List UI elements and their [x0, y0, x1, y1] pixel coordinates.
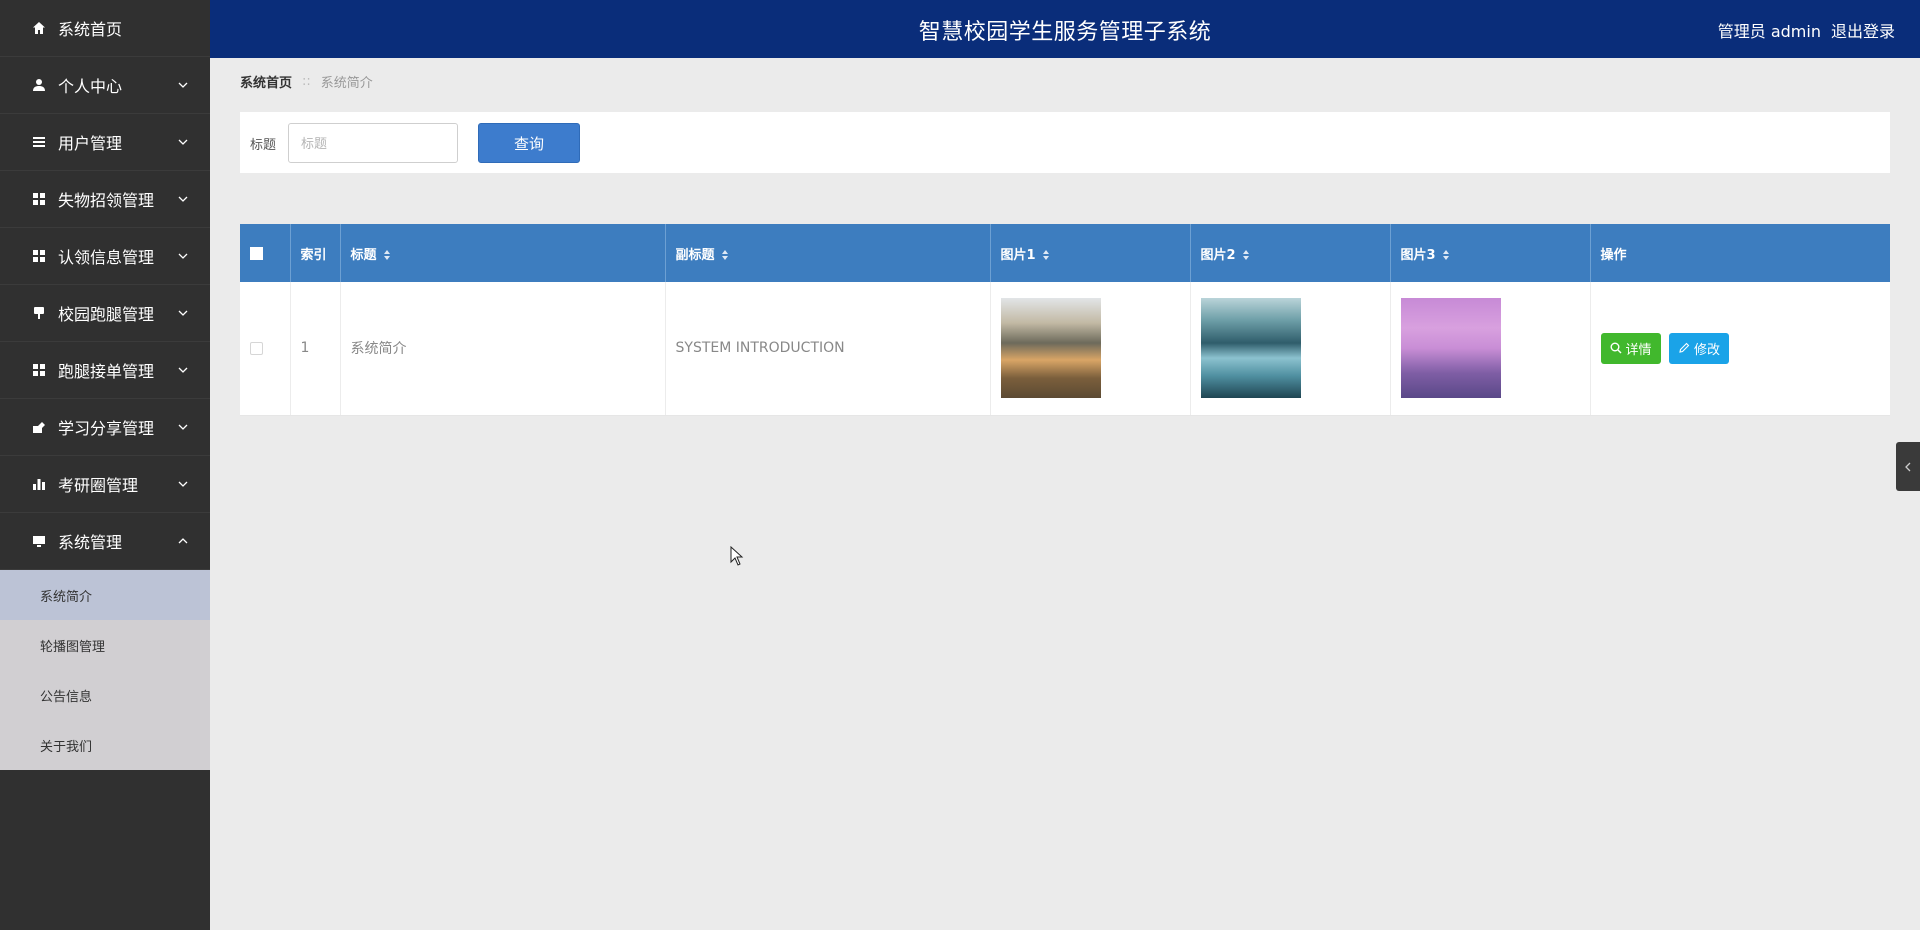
chevron-down-icon: [178, 82, 188, 88]
chevron-down-icon: [178, 481, 188, 487]
chevron-down-icon: [178, 196, 188, 202]
user-label: 管理员 admin: [1717, 22, 1821, 41]
column-header-index: 索引: [290, 224, 341, 282]
app-title: 智慧校园学生服务管理子系统: [918, 20, 1212, 45]
edit-icon: [1679, 342, 1690, 353]
chevron-left-icon: [1905, 462, 1911, 471]
column-header-image3[interactable]: 图片3: [1390, 224, 1591, 282]
row-select-cell: [240, 282, 291, 416]
sidebar-item-claim-info[interactable]: 认领信息管理: [0, 228, 210, 285]
sidebar-item-user-management[interactable]: 用户管理: [0, 114, 210, 171]
sidebar-item-lost-found[interactable]: 失物招领管理: [0, 171, 210, 228]
sidebar-item-label: 用户管理: [58, 134, 123, 153]
select-all-checkbox[interactable]: [250, 246, 263, 260]
submenu-item-announcements[interactable]: 公告信息: [0, 670, 210, 720]
column-header-subtitle[interactable]: 副标题: [665, 224, 991, 282]
system-submenu: 系统简介 轮播图管理 公告信息 关于我们: [0, 570, 210, 770]
cell-title: 系统简介: [340, 282, 666, 416]
monitor-icon: [32, 534, 46, 548]
image1-thumbnail[interactable]: [1000, 298, 1101, 399]
sidebar-item-errand-orders[interactable]: 跑腿接单管理: [0, 342, 210, 399]
share-icon: [32, 420, 46, 434]
search-input[interactable]: [288, 123, 458, 163]
sidebar-item-label: 失物招领管理: [58, 191, 155, 210]
submenu-item-about-us[interactable]: 关于我们: [0, 720, 210, 770]
search-icon: [1610, 342, 1621, 354]
chevron-down-icon: [178, 367, 188, 373]
panel-toggle-button[interactable]: [1896, 442, 1920, 491]
sidebar-item-label: 校园跑腿管理: [58, 305, 155, 324]
bar-chart-icon: [32, 477, 46, 491]
sidebar-item-label: 系统首页: [58, 20, 123, 39]
sidebar-item-system-management[interactable]: 系统管理: [0, 513, 210, 570]
chevron-down-icon: [178, 310, 188, 316]
edit-button[interactable]: 修改: [1668, 332, 1729, 364]
sidebar-item-home[interactable]: 系统首页: [0, 0, 210, 57]
image3-thumbnail[interactable]: [1400, 298, 1501, 399]
list-icon: [32, 135, 46, 149]
mouse-cursor-icon: [730, 546, 744, 566]
chevron-down-icon: [178, 139, 188, 145]
sort-icon[interactable]: [383, 249, 391, 261]
search-button[interactable]: 查询: [478, 123, 580, 163]
row-checkbox[interactable]: [250, 341, 263, 355]
column-header-title[interactable]: 标题: [340, 224, 666, 282]
breadcrumb: 系统首页 :: 系统简介: [240, 72, 373, 91]
chevron-down-icon: [178, 253, 188, 259]
sort-icon[interactable]: [721, 249, 729, 261]
cell-actions: 详情 修改: [1590, 282, 1890, 416]
home-icon: [32, 21, 46, 35]
grid-icon: [32, 363, 46, 377]
cell-index: 1: [290, 282, 341, 416]
cell-subtitle: SYSTEM INTRODUCTION: [665, 282, 991, 416]
column-header-image1[interactable]: 图片1: [990, 224, 1191, 282]
chevron-up-icon: [178, 538, 188, 544]
breadcrumb-home[interactable]: 系统首页: [240, 72, 292, 91]
pin-icon: [32, 306, 46, 320]
logout-link[interactable]: 退出登录: [1831, 18, 1895, 42]
sidebar-item-postgrad-circle[interactable]: 考研圈管理: [0, 456, 210, 513]
sort-icon[interactable]: [1242, 249, 1250, 261]
top-header: 智慧校园学生服务管理子系统 管理员 admin 退出登录: [210, 0, 1920, 58]
cell-image2: [1190, 282, 1391, 416]
sidebar-item-study-share[interactable]: 学习分享管理: [0, 399, 210, 456]
sort-icon[interactable]: [1042, 249, 1050, 261]
sidebar-item-label: 跑腿接单管理: [58, 362, 155, 381]
grid-icon: [32, 192, 46, 206]
sidebar: 系统首页 个人中心 用户管理 失物招领管理 认领信息管理 校园跑腿管理 跑腿接单…: [0, 0, 210, 930]
column-header-image2[interactable]: 图片2: [1190, 224, 1391, 282]
sort-icon[interactable]: [1442, 249, 1450, 261]
column-header-actions: 操作: [1590, 224, 1890, 282]
user-icon: [32, 78, 46, 92]
sidebar-item-label: 个人中心: [58, 77, 123, 96]
sidebar-item-campus-errand[interactable]: 校园跑腿管理: [0, 285, 210, 342]
breadcrumb-current: 系统简介: [320, 76, 373, 91]
detail-button[interactable]: 详情: [1600, 332, 1661, 364]
table-header-row: 索引 标题 副标题 图片1 图片2 图片3 操作: [240, 224, 1890, 282]
submenu-item-system-intro[interactable]: 系统简介: [0, 570, 210, 620]
sidebar-item-label: 认领信息管理: [58, 248, 155, 267]
sidebar-item-label: 系统管理: [58, 533, 123, 552]
search-label: 标题: [250, 138, 277, 153]
submenu-item-carousel[interactable]: 轮播图管理: [0, 620, 210, 670]
cell-image3: [1390, 282, 1591, 416]
chevron-down-icon: [178, 424, 188, 430]
search-panel: 标题 查询: [240, 112, 1890, 173]
cell-image1: [990, 282, 1191, 416]
header-user-area: 管理员 admin 退出登录: [1718, 18, 1895, 42]
sidebar-item-personal-center[interactable]: 个人中心: [0, 57, 210, 114]
table-row: 1 系统简介 SYSTEM INTRODUCTION 详情 修改: [240, 282, 1890, 416]
image2-thumbnail[interactable]: [1200, 298, 1301, 399]
grid-icon: [32, 249, 46, 263]
sidebar-item-label: 考研圈管理: [58, 476, 139, 495]
sidebar-item-label: 学习分享管理: [58, 419, 155, 438]
data-table: 索引 标题 副标题 图片1 图片2 图片3 操作 1 系统简介 SYSTEM I…: [240, 224, 1890, 416]
breadcrumb-separator: ::: [302, 74, 311, 89]
select-all-cell: [240, 224, 291, 282]
